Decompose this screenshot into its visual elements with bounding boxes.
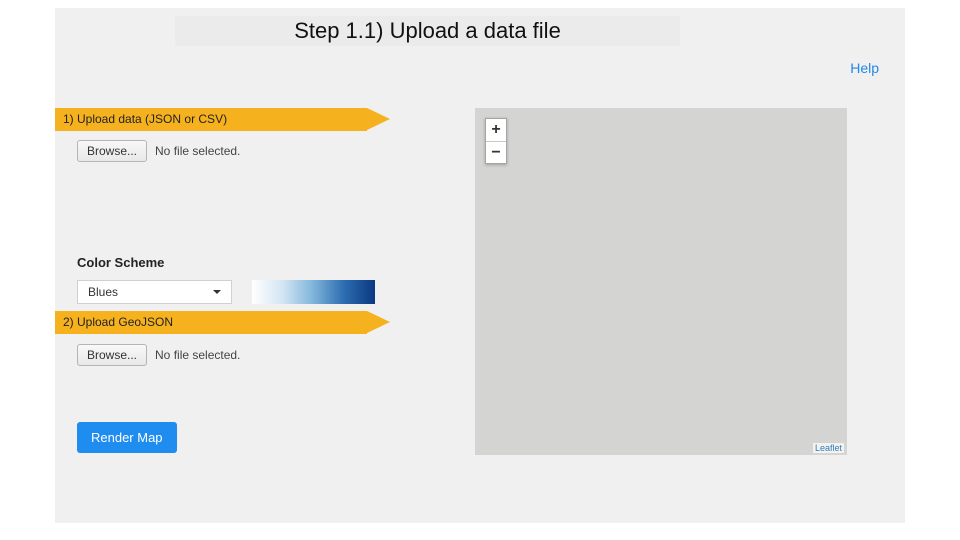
step-upload-data-ribbon: 1) Upload data (JSON or CSV) <box>55 108 367 131</box>
geojson-file-status: No file selected. <box>155 348 240 362</box>
caret-down-icon <box>213 290 221 294</box>
browse-data-button[interactable]: Browse... <box>77 140 147 162</box>
step-upload-geojson-ribbon: 2) Upload GeoJSON <box>55 311 367 334</box>
data-file-status: No file selected. <box>155 144 240 158</box>
color-gradient-preview <box>252 280 375 304</box>
color-scheme-selected: Blues <box>88 285 118 299</box>
color-scheme-label: Color Scheme <box>77 255 164 270</box>
page-title: Step 1.1) Upload a data file <box>175 16 680 46</box>
render-map-button[interactable]: Render Map <box>77 422 177 453</box>
upload-geojson-row: Browse... No file selected. <box>77 344 240 366</box>
map-attribution[interactable]: Leaflet <box>813 443 844 453</box>
help-link[interactable]: Help <box>850 60 879 76</box>
upload-data-row: Browse... No file selected. <box>77 140 240 162</box>
color-scheme-select[interactable]: Blues <box>77 280 232 304</box>
zoom-in-button[interactable]: + <box>486 119 506 141</box>
zoom-out-button[interactable]: − <box>486 141 506 163</box>
zoom-control: + − <box>485 118 507 164</box>
browse-geojson-button[interactable]: Browse... <box>77 344 147 366</box>
color-scheme-row: Blues <box>77 280 375 304</box>
map-canvas[interactable]: + − Leaflet <box>475 108 847 455</box>
